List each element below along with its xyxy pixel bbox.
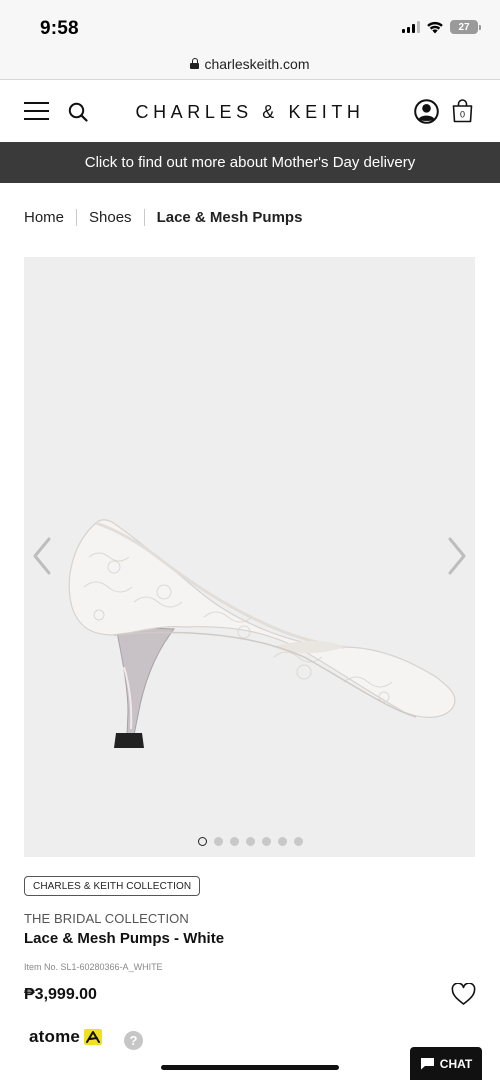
gallery-dot[interactable]	[230, 837, 239, 846]
chevron-right-icon[interactable]	[447, 537, 467, 575]
atome-text: atome	[29, 1027, 81, 1046]
lock-icon	[190, 58, 200, 69]
breadcrumb-shoes[interactable]: Shoes	[89, 209, 132, 226]
gallery-dot[interactable]	[294, 837, 303, 846]
url-text: charleskeith.com	[204, 55, 310, 72]
gallery-dot[interactable]	[278, 837, 287, 846]
gallery-dot[interactable]	[214, 837, 223, 846]
wifi-icon	[427, 21, 443, 33]
breadcrumb-current: Lace & Mesh Pumps	[156, 209, 303, 226]
atome-logo: atome	[29, 1027, 103, 1047]
heart-icon[interactable]	[451, 983, 476, 1006]
gallery-dot[interactable]	[198, 837, 207, 846]
chat-icon	[420, 1058, 434, 1070]
account-icon[interactable]	[414, 99, 439, 124]
collection-badge: CHARLES & KEITH COLLECTION	[24, 876, 201, 896]
breadcrumb: Home Shoes Lace & Mesh Pumps	[24, 209, 302, 226]
gallery-dot[interactable]	[262, 837, 271, 846]
bag-icon[interactable]: 0	[450, 98, 475, 123]
chevron-left-icon[interactable]	[32, 537, 52, 575]
product-price: ₱3,999.00	[24, 986, 97, 1003]
chat-button[interactable]: CHAT	[410, 1047, 482, 1080]
site-header: CHARLES & KEITH 0	[0, 81, 500, 142]
home-indicator	[161, 1065, 339, 1070]
chat-label: CHAT	[439, 1056, 473, 1071]
product-image	[68, 519, 456, 748]
status-bar: 9:58 27	[0, 0, 500, 48]
breadcrumb-separator	[76, 209, 78, 226]
product-gallery[interactable]	[24, 257, 475, 857]
help-icon[interactable]: ?	[124, 1031, 143, 1050]
bag-count: 0	[460, 110, 465, 120]
product-title: Lace & Mesh Pumps - White	[24, 930, 225, 947]
status-icons: 27	[402, 20, 481, 34]
status-time: 9:58	[40, 18, 79, 39]
breadcrumb-separator	[143, 209, 145, 226]
item-number: Item No. SL1-60280366-A_WHITE	[24, 962, 163, 972]
address-bar[interactable]: charleskeith.com	[0, 48, 500, 80]
cellular-signal-icon	[402, 21, 420, 33]
promo-banner[interactable]: Click to find out more about Mother's Da…	[0, 142, 500, 183]
gallery-dot[interactable]	[246, 837, 255, 846]
battery-icon: 27	[450, 20, 481, 34]
atome-mark-icon	[84, 1029, 103, 1045]
gallery-pagination	[198, 837, 303, 846]
sub-collection: THE BRIDAL COLLECTION	[24, 911, 189, 926]
breadcrumb-home[interactable]: Home	[24, 209, 64, 226]
